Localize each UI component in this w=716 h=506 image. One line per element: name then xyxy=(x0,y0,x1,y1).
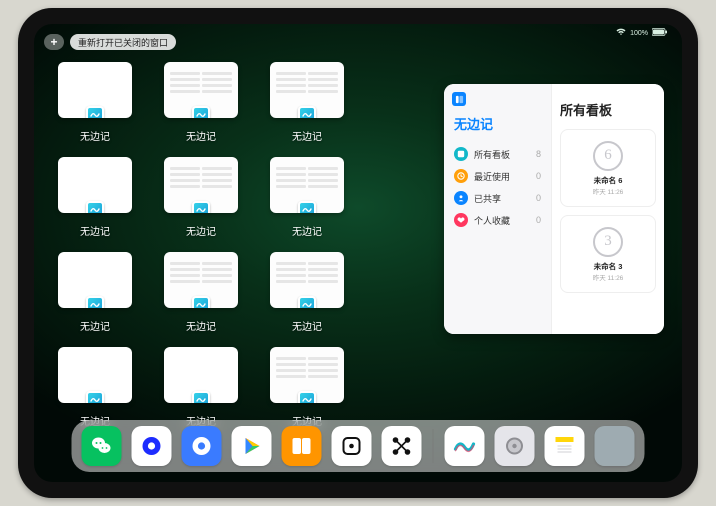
window-label: 无边记 xyxy=(270,223,344,238)
dock-separator xyxy=(433,429,434,463)
sidebar-item-icon xyxy=(454,169,468,183)
freeform-app-icon xyxy=(192,106,210,118)
window-thumbnail xyxy=(58,157,132,213)
dock-app-quark[interactable] xyxy=(182,426,222,466)
app-expose-grid: 无边记无边记无边记无边记无边记无边记无边记无边记无边记无边记无边记无边记 xyxy=(58,62,418,428)
freeform-sidebar: 无边记 所有看板 8 最近使用 0 已共享 0 个人收藏 0 xyxy=(444,84,552,334)
freeform-content: 所有看板 6未命名 6昨天 11:263未命名 3昨天 11:26 xyxy=(552,84,664,334)
window-thumbnail xyxy=(164,252,238,308)
window-thumbnail xyxy=(270,252,344,308)
window-tile[interactable]: 无边记 xyxy=(164,347,238,428)
window-tile[interactable]: 无边记 xyxy=(58,347,132,428)
window-label: 无边记 xyxy=(270,128,344,143)
window-thumbnail xyxy=(58,62,132,118)
sidebar-item-count: 0 xyxy=(536,171,541,181)
window-tile[interactable]: 无边记 xyxy=(164,62,238,143)
sidebar-item-label: 个人收藏 xyxy=(474,214,510,227)
sidebar-item[interactable]: 已共享 0 xyxy=(452,187,543,209)
sidebar-item-label: 最近使用 xyxy=(474,170,510,183)
sidebar-item-icon xyxy=(454,213,468,227)
dock-folder[interactable] xyxy=(595,426,635,466)
window-thumbnail xyxy=(58,252,132,308)
sidebar-item[interactable]: 个人收藏 0 xyxy=(452,209,543,231)
sidebar-item-count: 8 xyxy=(536,149,541,159)
window-thumbnail xyxy=(164,157,238,213)
sidebar-item[interactable]: 最近使用 0 xyxy=(452,165,543,187)
dock-app-wechat[interactable] xyxy=(82,426,122,466)
battery-icon xyxy=(652,28,668,38)
dock-recent-notes[interactable] xyxy=(545,426,585,466)
sidebar-item-icon xyxy=(454,147,468,161)
window-tile[interactable]: 无边记 xyxy=(270,252,344,333)
sidebar-item-count: 0 xyxy=(536,215,541,225)
dock-app-play[interactable] xyxy=(232,426,272,466)
window-thumbnail xyxy=(58,347,132,403)
dock-recent-freeform[interactable] xyxy=(445,426,485,466)
wifi-icon xyxy=(616,28,626,38)
dock-app-quark-hd[interactable] xyxy=(132,426,172,466)
window-thumbnail xyxy=(164,62,238,118)
sidebar-item-icon xyxy=(454,191,468,205)
board-time: 昨天 11:26 xyxy=(593,272,624,282)
window-label: 无边记 xyxy=(58,128,132,143)
window-tile[interactable]: 无边记 xyxy=(58,62,132,143)
dock-app-connect[interactable] xyxy=(382,426,422,466)
dock-app-books[interactable] xyxy=(282,426,322,466)
freeform-app-icon xyxy=(298,201,316,213)
freeform-app-icon xyxy=(192,391,210,403)
window-thumbnail xyxy=(270,157,344,213)
freeform-app-icon xyxy=(86,106,104,118)
window-tile[interactable]: 无边记 xyxy=(270,62,344,143)
window-tile[interactable]: 无边记 xyxy=(270,347,344,428)
freeform-app-icon xyxy=(86,296,104,308)
sidebar-app-icon xyxy=(452,92,466,106)
window-thumbnail xyxy=(164,347,238,403)
board-name: 未命名 6 xyxy=(594,175,623,186)
board-thumbnail: 6 xyxy=(593,141,623,171)
sidebar-title: 无边记 xyxy=(454,114,543,133)
freeform-window[interactable]: ··· 无边记 所有看板8最近使用0已共享0个人收藏0 所有看板 6未命名 6昨… xyxy=(444,84,664,334)
window-tile[interactable]: 无边记 xyxy=(164,157,238,238)
dock-app-dice[interactable] xyxy=(332,426,372,466)
board-thumbnail: 3 xyxy=(593,227,623,257)
screen: 100% + 重新打开已关闭的窗口 无边记无边记无边记无边记无边记无边记无边记无… xyxy=(34,24,682,482)
dock-recent-settings[interactable] xyxy=(495,426,535,466)
ipad-frame: 100% + 重新打开已关闭的窗口 无边记无边记无边记无边记无边记无边记无边记无… xyxy=(18,8,698,498)
window-label: 无边记 xyxy=(164,223,238,238)
sidebar-item-label: 所有看板 xyxy=(474,148,510,161)
window-tile[interactable]: 无边记 xyxy=(58,157,132,238)
window-thumbnail xyxy=(270,347,344,403)
window-label: 无边记 xyxy=(164,128,238,143)
freeform-app-icon xyxy=(86,391,104,403)
battery-pct: 100% xyxy=(630,30,648,37)
sidebar-item-label: 已共享 xyxy=(474,192,501,205)
window-tile[interactable]: 无边记 xyxy=(270,157,344,238)
board-name: 未命名 3 xyxy=(594,261,623,272)
dock xyxy=(72,420,645,472)
status-bar: 100% xyxy=(616,28,668,38)
window-label: 无边记 xyxy=(58,223,132,238)
window-label: 无边记 xyxy=(58,318,132,333)
top-bar: + 重新打开已关闭的窗口 xyxy=(44,34,176,50)
freeform-app-icon xyxy=(298,106,316,118)
board-card[interactable]: 6 未命名 6昨天 11:26 xyxy=(560,129,656,207)
new-window-button[interactable]: + xyxy=(44,34,64,50)
window-tile[interactable]: 无边记 xyxy=(164,252,238,333)
freeform-app-icon xyxy=(86,201,104,213)
freeform-app-icon xyxy=(298,296,316,308)
window-label: 无边记 xyxy=(270,318,344,333)
window-tile[interactable]: 无边记 xyxy=(58,252,132,333)
freeform-app-icon xyxy=(192,201,210,213)
board-time: 昨天 11:26 xyxy=(593,186,624,196)
sidebar-item[interactable]: 所有看板 8 xyxy=(452,143,543,165)
window-thumbnail xyxy=(270,62,344,118)
freeform-app-icon xyxy=(298,391,316,403)
content-title: 所有看板 xyxy=(560,100,656,119)
reopen-closed-window-button[interactable]: 重新打开已关闭的窗口 xyxy=(70,34,176,50)
window-label: 无边记 xyxy=(164,318,238,333)
freeform-app-icon xyxy=(192,296,210,308)
board-card[interactable]: 3 未命名 3昨天 11:26 xyxy=(560,215,656,293)
sidebar-item-count: 0 xyxy=(536,193,541,203)
